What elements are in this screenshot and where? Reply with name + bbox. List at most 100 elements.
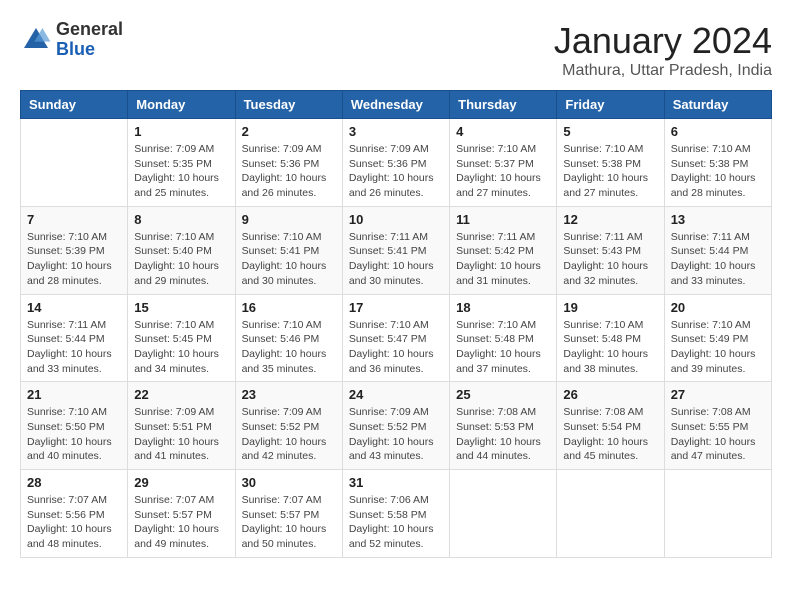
day-number: 30 xyxy=(242,475,336,490)
day-cell: 18 Sunrise: 7:10 AMSunset: 5:48 PMDayligh… xyxy=(450,294,557,382)
day-info: Sunrise: 7:10 AMSunset: 5:45 PMDaylight:… xyxy=(134,318,228,377)
day-info: Sunrise: 7:08 AMSunset: 5:53 PMDaylight:… xyxy=(456,405,550,464)
day-info: Sunrise: 7:06 AMSunset: 5:58 PMDaylight:… xyxy=(349,493,443,552)
day-number: 10 xyxy=(349,212,443,227)
day-cell: 8 Sunrise: 7:10 AMSunset: 5:40 PMDaylight… xyxy=(128,206,235,294)
day-number: 2 xyxy=(242,124,336,139)
day-number: 7 xyxy=(27,212,121,227)
day-info: Sunrise: 7:10 AMSunset: 5:39 PMDaylight:… xyxy=(27,230,121,289)
day-cell xyxy=(21,119,128,207)
day-cell: 30 Sunrise: 7:07 AMSunset: 5:57 PMDayligh… xyxy=(235,470,342,558)
day-cell: 1Sunrise: 7:09 AMSunset: 5:35 PMDaylight… xyxy=(128,119,235,207)
day-number: 22 xyxy=(134,387,228,402)
day-info: Sunrise: 7:09 AMSunset: 5:35 PMDaylight:… xyxy=(134,142,228,201)
day-cell: 3 Sunrise: 7:09 AMSunset: 5:36 PMDaylight… xyxy=(342,119,449,207)
logo-general-text: General xyxy=(56,20,123,40)
weekday-header-tuesday: Tuesday xyxy=(235,91,342,119)
weekday-header-saturday: Saturday xyxy=(664,91,771,119)
day-cell: 10 Sunrise: 7:11 AMSunset: 5:41 PMDayligh… xyxy=(342,206,449,294)
week-row-1: 7 Sunrise: 7:10 AMSunset: 5:39 PMDaylight… xyxy=(21,206,772,294)
day-info: Sunrise: 7:08 AMSunset: 5:55 PMDaylight:… xyxy=(671,405,765,464)
logo-icon xyxy=(20,24,52,56)
day-info: Sunrise: 7:10 AMSunset: 5:48 PMDaylight:… xyxy=(456,318,550,377)
day-cell: 17Sunrise: 7:10 AMSunset: 5:47 PMDayligh… xyxy=(342,294,449,382)
day-cell: 9 Sunrise: 7:10 AMSunset: 5:41 PMDaylight… xyxy=(235,206,342,294)
day-number: 31 xyxy=(349,475,443,490)
day-info: Sunrise: 7:10 AMSunset: 5:38 PMDaylight:… xyxy=(563,142,657,201)
day-number: 14 xyxy=(27,300,121,315)
day-number: 26 xyxy=(563,387,657,402)
day-cell: 20Sunrise: 7:10 AMSunset: 5:49 PMDayligh… xyxy=(664,294,771,382)
day-number: 19 xyxy=(563,300,657,315)
day-number: 17 xyxy=(349,300,443,315)
day-info: Sunrise: 7:07 AMSunset: 5:57 PMDaylight:… xyxy=(242,493,336,552)
page-container: General Blue January 2024 Mathura, Uttar… xyxy=(20,20,772,558)
day-number: 4 xyxy=(456,124,550,139)
day-info: Sunrise: 7:07 AMSunset: 5:57 PMDaylight:… xyxy=(134,493,228,552)
day-info: Sunrise: 7:09 AMSunset: 5:52 PMDaylight:… xyxy=(242,405,336,464)
day-cell xyxy=(664,470,771,558)
day-info: Sunrise: 7:10 AMSunset: 5:38 PMDaylight:… xyxy=(671,142,765,201)
day-number: 28 xyxy=(27,475,121,490)
logo: General Blue xyxy=(20,20,123,60)
weekday-header-friday: Friday xyxy=(557,91,664,119)
weekday-header-thursday: Thursday xyxy=(450,91,557,119)
day-info: Sunrise: 7:09 AMSunset: 5:51 PMDaylight:… xyxy=(134,405,228,464)
week-row-4: 28 Sunrise: 7:07 AMSunset: 5:56 PMDayligh… xyxy=(21,470,772,558)
day-info: Sunrise: 7:10 AMSunset: 5:49 PMDaylight:… xyxy=(671,318,765,377)
day-cell: 7 Sunrise: 7:10 AMSunset: 5:39 PMDaylight… xyxy=(21,206,128,294)
day-info: Sunrise: 7:10 AMSunset: 5:41 PMDaylight:… xyxy=(242,230,336,289)
day-cell: 29 Sunrise: 7:07 AMSunset: 5:57 PMDayligh… xyxy=(128,470,235,558)
day-number: 24 xyxy=(349,387,443,402)
week-row-3: 21Sunrise: 7:10 AMSunset: 5:50 PMDayligh… xyxy=(21,382,772,470)
day-info: Sunrise: 7:11 AMSunset: 5:44 PMDaylight:… xyxy=(27,318,121,377)
weekday-header-wednesday: Wednesday xyxy=(342,91,449,119)
day-info: Sunrise: 7:11 AMSunset: 5:43 PMDaylight:… xyxy=(563,230,657,289)
day-info: Sunrise: 7:08 AMSunset: 5:54 PMDaylight:… xyxy=(563,405,657,464)
day-info: Sunrise: 7:07 AMSunset: 5:56 PMDaylight:… xyxy=(27,493,121,552)
weekday-header-sunday: Sunday xyxy=(21,91,128,119)
week-row-0: 1Sunrise: 7:09 AMSunset: 5:35 PMDaylight… xyxy=(21,119,772,207)
header: General Blue January 2024 Mathura, Uttar… xyxy=(20,20,772,80)
day-number: 23 xyxy=(242,387,336,402)
day-number: 29 xyxy=(134,475,228,490)
day-number: 16 xyxy=(242,300,336,315)
day-number: 5 xyxy=(563,124,657,139)
day-cell: 23 Sunrise: 7:09 AMSunset: 5:52 PMDayligh… xyxy=(235,382,342,470)
day-number: 13 xyxy=(671,212,765,227)
day-number: 15 xyxy=(134,300,228,315)
day-cell: 24Sunrise: 7:09 AMSunset: 5:52 PMDayligh… xyxy=(342,382,449,470)
day-info: Sunrise: 7:11 AMSunset: 5:44 PMDaylight:… xyxy=(671,230,765,289)
day-number: 8 xyxy=(134,212,228,227)
day-cell xyxy=(557,470,664,558)
day-cell: 13 Sunrise: 7:11 AMSunset: 5:44 PMDayligh… xyxy=(664,206,771,294)
day-number: 21 xyxy=(27,387,121,402)
day-cell: 22 Sunrise: 7:09 AMSunset: 5:51 PMDayligh… xyxy=(128,382,235,470)
day-cell: 27 Sunrise: 7:08 AMSunset: 5:55 PMDayligh… xyxy=(664,382,771,470)
day-number: 9 xyxy=(242,212,336,227)
day-info: Sunrise: 7:09 AMSunset: 5:36 PMDaylight:… xyxy=(242,142,336,201)
day-number: 27 xyxy=(671,387,765,402)
day-cell: 21Sunrise: 7:10 AMSunset: 5:50 PMDayligh… xyxy=(21,382,128,470)
weekday-row: SundayMondayTuesdayWednesdayThursdayFrid… xyxy=(21,91,772,119)
day-number: 3 xyxy=(349,124,443,139)
day-number: 25 xyxy=(456,387,550,402)
month-title: January 2024 xyxy=(554,20,772,62)
week-row-2: 14 Sunrise: 7:11 AMSunset: 5:44 PMDayligh… xyxy=(21,294,772,382)
day-info: Sunrise: 7:10 AMSunset: 5:48 PMDaylight:… xyxy=(563,318,657,377)
day-cell: 16Sunrise: 7:10 AMSunset: 5:46 PMDayligh… xyxy=(235,294,342,382)
day-number: 18 xyxy=(456,300,550,315)
logo-text: General Blue xyxy=(56,20,123,60)
day-info: Sunrise: 7:10 AMSunset: 5:37 PMDaylight:… xyxy=(456,142,550,201)
day-cell: 26 Sunrise: 7:08 AMSunset: 5:54 PMDayligh… xyxy=(557,382,664,470)
location-title: Mathura, Uttar Pradesh, India xyxy=(554,62,772,80)
day-info: Sunrise: 7:11 AMSunset: 5:42 PMDaylight:… xyxy=(456,230,550,289)
calendar-body: 1Sunrise: 7:09 AMSunset: 5:35 PMDaylight… xyxy=(21,119,772,558)
day-info: Sunrise: 7:11 AMSunset: 5:41 PMDaylight:… xyxy=(349,230,443,289)
day-info: Sunrise: 7:10 AMSunset: 5:40 PMDaylight:… xyxy=(134,230,228,289)
day-cell: 12 Sunrise: 7:11 AMSunset: 5:43 PMDayligh… xyxy=(557,206,664,294)
day-number: 12 xyxy=(563,212,657,227)
day-cell: 6Sunrise: 7:10 AMSunset: 5:38 PMDaylight… xyxy=(664,119,771,207)
day-info: Sunrise: 7:09 AMSunset: 5:36 PMDaylight:… xyxy=(349,142,443,201)
weekday-header-monday: Monday xyxy=(128,91,235,119)
